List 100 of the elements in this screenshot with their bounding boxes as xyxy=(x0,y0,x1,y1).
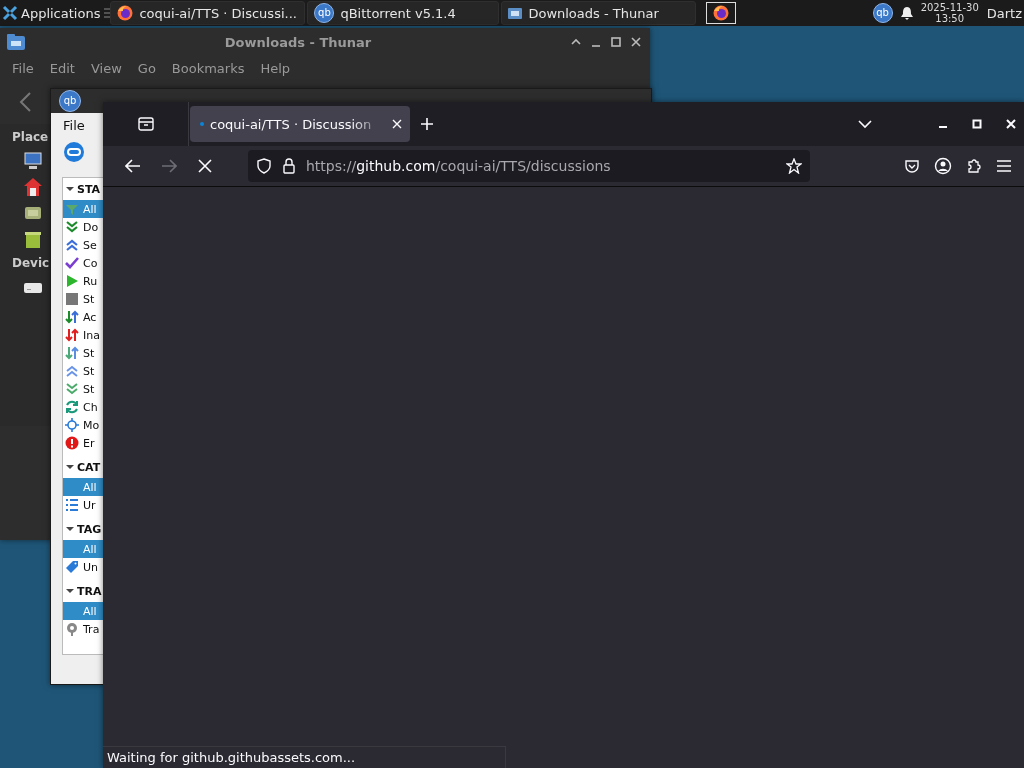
up-down-arrows-icon xyxy=(65,310,79,324)
double-chevron-up-icon xyxy=(65,364,79,378)
section-heading: TRA xyxy=(77,584,102,598)
folder-icon xyxy=(6,33,26,51)
list-icon xyxy=(65,498,79,512)
firefox-icon xyxy=(117,5,134,21)
status-text: Waiting for github.githubassets.com... xyxy=(103,746,506,768)
star-icon[interactable] xyxy=(786,158,802,174)
chevron-down-icon[interactable] xyxy=(858,119,872,129)
trash-icon[interactable] xyxy=(23,229,43,249)
menu-item[interactable]: Bookmarks xyxy=(163,60,253,76)
play-icon xyxy=(65,274,79,288)
task-title: qBittorrent v5.1.4 xyxy=(340,5,456,21)
collapse-arrow-icon[interactable] xyxy=(66,526,74,532)
filter-item[interactable]: St xyxy=(63,344,103,362)
new-tab-icon[interactable] xyxy=(420,117,434,131)
applications-menu[interactable]: Applications xyxy=(0,0,105,26)
home-icon[interactable] xyxy=(23,177,43,197)
stop-icon xyxy=(198,159,212,173)
filter-item[interactable]: Ac xyxy=(63,308,103,326)
section-heading: TAG xyxy=(77,522,102,536)
double-chevron-down-icon xyxy=(65,220,79,234)
filter-item[interactable]: Un xyxy=(63,558,103,576)
tab-groups-icon[interactable] xyxy=(137,116,154,132)
app-menu-icon xyxy=(2,5,18,21)
filter-item[interactable]: All xyxy=(63,200,103,218)
lock-icon[interactable] xyxy=(282,158,296,174)
filter-item[interactable]: Co xyxy=(63,254,103,272)
filter-item[interactable]: St xyxy=(63,290,103,308)
pin-icon xyxy=(65,622,79,636)
checkmark-icon xyxy=(65,256,79,270)
menu-item[interactable]: View xyxy=(82,60,130,76)
menu-item[interactable]: File xyxy=(59,117,89,133)
filter-item[interactable]: Mo xyxy=(63,416,103,434)
up-down-arrows-icon xyxy=(65,346,79,360)
shield-icon[interactable] xyxy=(256,158,272,174)
menu-item[interactable]: Help xyxy=(252,60,299,76)
qbittorrent-tray-icon[interactable]: qb xyxy=(872,3,893,23)
square-icon xyxy=(65,292,79,306)
double-chevron-up-icon xyxy=(65,238,79,252)
collapse-arrow-icon[interactable] xyxy=(66,186,74,192)
handle-icon[interactable] xyxy=(104,8,111,18)
menu-item[interactable]: Go xyxy=(129,60,164,76)
qbittorrent-icon: qb xyxy=(59,90,81,112)
filter-item[interactable]: All xyxy=(63,478,103,496)
filter-item[interactable]: Tra xyxy=(63,620,103,638)
maximize-icon[interactable] xyxy=(610,36,622,48)
pocket-icon[interactable] xyxy=(904,158,920,174)
filter-item[interactable]: Do xyxy=(63,218,103,236)
up-down-arrows-icon xyxy=(65,328,79,342)
filter-item[interactable]: St xyxy=(63,362,103,380)
refresh-icon xyxy=(65,400,79,414)
applications-label: Applications xyxy=(21,5,101,21)
taskbar-button[interactable]: qb qBittorrent v5.1.4 xyxy=(307,1,500,25)
menu-item[interactable]: File xyxy=(4,60,42,76)
filter-item[interactable]: Ru xyxy=(63,272,103,290)
clock-date[interactable]: 2025-11-30 xyxy=(920,2,979,13)
qbittorrent-icon: qb xyxy=(314,3,335,23)
menu-icon[interactable] xyxy=(996,159,1012,173)
section-heading: STA xyxy=(77,182,101,196)
collapse-arrow-icon[interactable] xyxy=(66,588,74,594)
account-icon[interactable] xyxy=(934,157,952,175)
task-title: Downloads - Thunar xyxy=(528,5,659,21)
collapse-arrow-icon[interactable] xyxy=(66,464,74,470)
target-icon xyxy=(65,418,79,432)
clock-time[interactable]: 13:50 xyxy=(935,13,965,24)
close-icon[interactable] xyxy=(630,36,642,48)
back-icon[interactable] xyxy=(18,91,32,113)
error-icon xyxy=(65,436,79,450)
loading-indicator-icon xyxy=(200,122,204,126)
notification-icon[interactable] xyxy=(900,6,913,20)
sidebar-heading: Place xyxy=(12,129,49,146)
window-title: Downloads - Thunar xyxy=(223,34,373,50)
filter-item[interactable]: All xyxy=(63,602,103,620)
forward-arrow-icon xyxy=(161,159,177,173)
launcher-button[interactable] xyxy=(706,2,737,24)
double-chevron-down-icon xyxy=(65,382,79,396)
menu-item[interactable]: Edit xyxy=(41,60,83,76)
taskbar-button[interactable]: Downloads - Thunar xyxy=(501,1,697,25)
puzzle-icon[interactable] xyxy=(966,158,982,174)
user-name[interactable]: Dartz xyxy=(986,5,1022,21)
filter-item[interactable]: Ch xyxy=(63,398,103,416)
link-icon[interactable] xyxy=(63,141,85,163)
filter-item[interactable]: Ur xyxy=(63,496,103,514)
tab-title: coqui-ai/TTS · Discussion xyxy=(210,116,373,132)
back-arrow-icon xyxy=(125,159,141,173)
taskbar-button[interactable]: coqui-ai/TTS · Discussi... xyxy=(110,1,306,25)
computer-icon[interactable] xyxy=(23,151,43,171)
firefox-icon xyxy=(713,5,730,21)
filter-item[interactable]: Er xyxy=(63,434,103,452)
filter-item[interactable]: Se xyxy=(63,236,103,254)
browser-tab[interactable]: coqui-ai/TTS · Discussion xyxy=(190,106,410,142)
filter-item[interactable]: All xyxy=(63,540,103,558)
url-text: https://github.com/coqui-ai/TTS/discussions xyxy=(306,158,612,174)
filter-item[interactable]: Ina xyxy=(63,326,103,344)
task-title: coqui-ai/TTS · Discussi... xyxy=(139,5,297,21)
section-heading: CAT xyxy=(77,460,101,474)
address-bar[interactable]: https://github.com/coqui-ai/TTS/discussions xyxy=(248,150,810,182)
filter-icon xyxy=(65,202,79,216)
filter-item[interactable]: St xyxy=(63,380,103,398)
